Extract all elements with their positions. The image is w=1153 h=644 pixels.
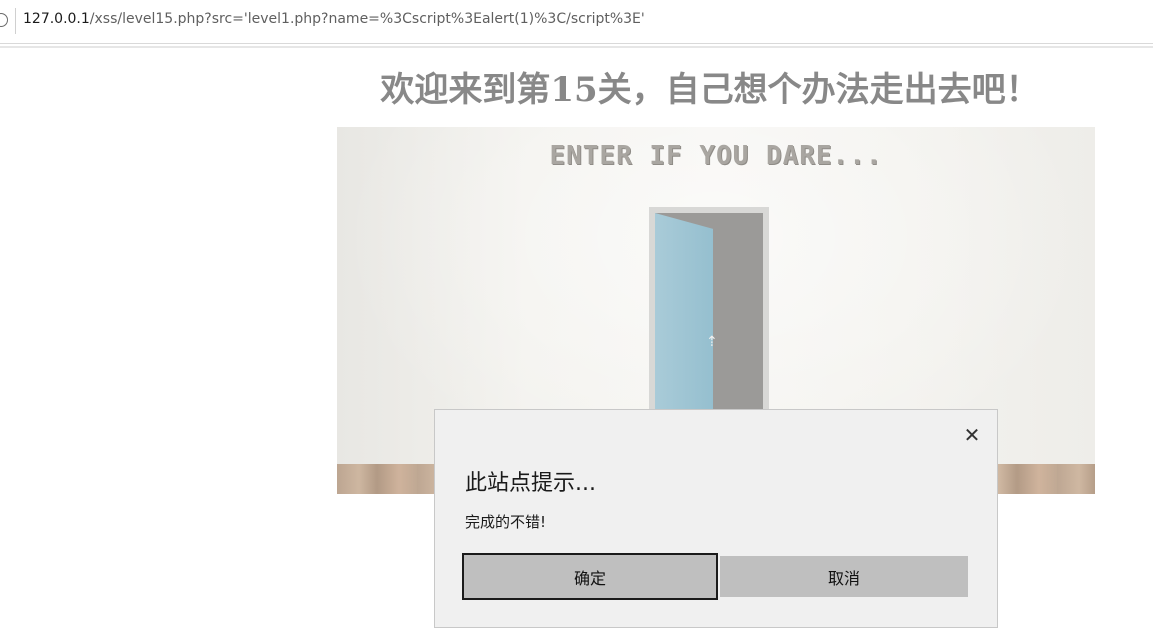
- url-host: 127.0.0.1: [23, 11, 90, 27]
- address-separator: [15, 8, 16, 34]
- url-path: /xss/level15.php?src='level1.php?name=%3…: [89, 11, 645, 27]
- url-text[interactable]: 127.0.0.1/xss/level15.php?src='level1.ph…: [23, 11, 645, 27]
- site-info-icon[interactable]: [0, 13, 8, 27]
- ok-button[interactable]: 确定: [462, 553, 718, 600]
- image-banner-text: ENTER IF YOU DARE...: [549, 141, 883, 171]
- alert-dialog: ✕ 此站点提示... 完成的不错! 确定 取消: [434, 409, 998, 628]
- toolbar-divider: [0, 46, 1153, 48]
- close-icon[interactable]: ✕: [961, 423, 983, 447]
- dialog-heading: 此站点提示...: [465, 471, 596, 496]
- dialog-message: 完成的不错!: [465, 513, 547, 531]
- address-bar[interactable]: 127.0.0.1/xss/level15.php?src='level1.ph…: [0, 0, 1153, 44]
- cancel-button[interactable]: 取消: [720, 556, 968, 597]
- door-handle-icon: ⇡: [706, 334, 718, 350]
- page-title: 欢迎来到第15关，自己想个办法走出去吧！: [380, 70, 1040, 110]
- door-leaf: [655, 213, 713, 412]
